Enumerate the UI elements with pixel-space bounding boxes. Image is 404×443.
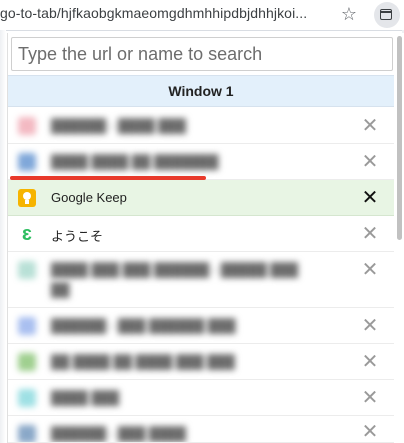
extension-button[interactable] — [374, 2, 400, 28]
close-tab-icon[interactable]: ✕ — [358, 114, 382, 138]
close-tab-icon[interactable]: ✕ — [358, 186, 382, 210]
tab-row[interactable]: ██████ - ████ ███ ✕ — [8, 108, 394, 144]
bookmark-star-icon[interactable]: ☆ — [338, 3, 360, 25]
close-tab-icon[interactable]: ✕ — [358, 386, 382, 410]
search-box — [11, 37, 393, 71]
scrollbar-thumb[interactable] — [397, 36, 402, 240]
tab-favicon-icon — [18, 153, 36, 171]
tab-title: ██ ████ ██ ████ ███ ███ — [51, 354, 235, 369]
tab-title: ████ ███ ███ ██████ - █████ ███ — [51, 262, 299, 277]
tab-title: Google Keep — [51, 190, 127, 205]
evernote-icon: ɛ — [22, 223, 32, 245]
google-keep-icon — [18, 189, 36, 207]
tab-favicon-icon — [18, 353, 36, 371]
page-background-left — [0, 30, 6, 443]
window-header: Window 1 — [8, 75, 394, 107]
tab-row[interactable]: ████ ███ ███ ██████ - █████ ███ ██ ✕ — [8, 252, 394, 308]
tab-favicon-icon — [18, 389, 36, 407]
tab-title: ██████ - ████ ███ — [51, 118, 186, 133]
close-tab-icon[interactable]: ✕ — [358, 350, 382, 374]
tab-row[interactable]: ██████ - ███ ████ ✕ — [8, 416, 394, 443]
close-tab-icon[interactable]: ✕ — [358, 150, 382, 174]
tab-row-google-keep[interactable]: Google Keep ✕ — [8, 180, 394, 216]
close-tab-icon[interactable]: ✕ — [358, 222, 382, 246]
browser-toolbar: go-to-tab/hjfkaobgkmaeomgdhmhhipdbjdhhjk… — [0, 0, 404, 31]
tab-row-welcome[interactable]: ɛ ようこそ ✕ — [8, 216, 394, 252]
tab-title: ようこそ — [51, 229, 104, 244]
annotation-underline — [10, 176, 206, 180]
close-tab-icon[interactable]: ✕ — [358, 258, 382, 282]
tab-row[interactable]: ████ ███ ✕ — [8, 380, 394, 416]
tab-row[interactable]: ██ ████ ██ ████ ███ ███ ✕ — [8, 344, 394, 380]
tab-favicon-icon — [18, 317, 36, 335]
tab-title-line2: ██ — [51, 282, 70, 297]
tab-row[interactable]: ██████ - ███ ██████ ███ ✕ — [8, 308, 394, 344]
tab-row[interactable]: ████ ████ ██ ███████ ✕ — [8, 144, 394, 180]
tab-favicon-icon — [18, 425, 36, 442]
tab-title: ████ ███ — [51, 390, 120, 405]
window-icon — [379, 9, 392, 20]
tab-title: ████ ████ ██ ███████ — [51, 154, 219, 169]
tab-title: ██████ - ███ ██████ ███ — [51, 318, 236, 333]
tab-favicon-icon — [18, 117, 36, 135]
close-tab-icon[interactable]: ✕ — [358, 314, 382, 338]
tab-switcher-popup: Window 1 ██████ - ████ ███ ✕ ████ ████ █… — [7, 33, 404, 443]
address-bar-url[interactable]: go-to-tab/hjfkaobgkmaeomgdhmhhipdbjdhhjk… — [0, 5, 307, 21]
tab-favicon-icon — [18, 261, 36, 279]
close-tab-icon[interactable]: ✕ — [358, 420, 382, 442]
search-input[interactable] — [12, 38, 392, 70]
tab-title: ██████ - ███ ████ — [51, 426, 186, 441]
